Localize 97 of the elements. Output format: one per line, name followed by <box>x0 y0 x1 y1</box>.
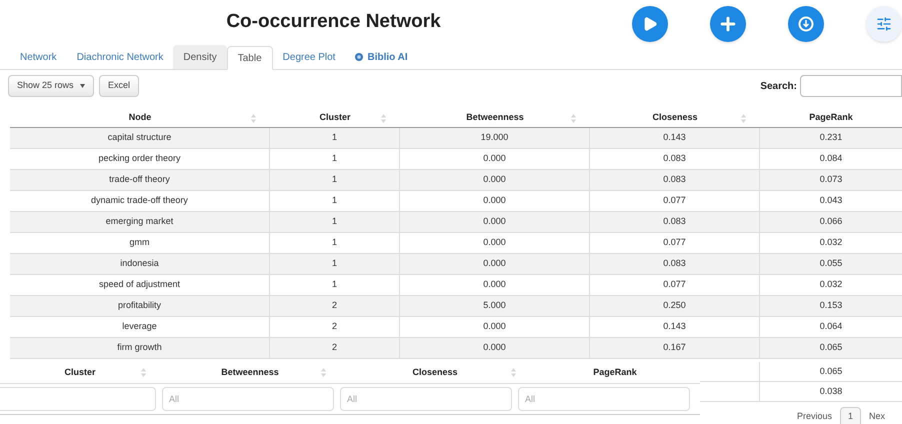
table-cell-text: 1 <box>332 194 337 208</box>
table-cell-text: 0.000 <box>483 257 506 270</box>
table-cell-text: 0.077 <box>663 278 686 292</box>
download-button[interactable] <box>788 6 824 42</box>
table-cell-text: 2 <box>332 320 337 334</box>
table-cell-text: 1 <box>332 236 337 250</box>
sort-icon <box>741 114 746 123</box>
table-cell-text: 1 <box>332 131 337 144</box>
table-cell-text: 0.000 <box>483 215 506 228</box>
table-cell-text: 1 <box>332 152 337 166</box>
table-cell-text: pecking order theory <box>98 152 181 166</box>
table-cell-text: 0.000 <box>483 278 506 292</box>
table-cell-text: 0.083 <box>663 215 686 228</box>
sort-icon <box>251 114 256 123</box>
table-cell-text: 0.250 <box>663 299 686 312</box>
settings-button[interactable] <box>866 6 902 42</box>
excel-button[interactable]: Excel <box>99 75 140 97</box>
search-field[interactable] <box>800 75 902 97</box>
play-icon <box>642 16 658 32</box>
table-cell-text: 0.073 <box>820 173 842 186</box>
table-cell-text: 0.083 <box>663 152 686 166</box>
table-cell-text: 0.167 <box>663 341 686 354</box>
table-cell-text: profitability <box>118 299 162 312</box>
table-cell-text: 0.043 <box>820 194 842 208</box>
table-cell-text: 0.143 <box>663 131 686 144</box>
rows-dropdown[interactable]: Show 25 rows <box>8 75 94 97</box>
caret-icon <box>80 84 86 88</box>
table-cell-text: 0.000 <box>483 341 506 354</box>
next-link[interactable]: Nex <box>869 410 886 424</box>
table-cell-text: 0.083 <box>663 257 686 270</box>
table-cell-text: 0.077 <box>663 194 686 208</box>
column-header[interactable]: Betweenness <box>400 108 590 127</box>
table-cell-text: 1 <box>332 257 337 270</box>
table-cell-text: 0.077 <box>663 236 686 250</box>
ai-icon <box>355 53 364 61</box>
table-cell-text: 2 <box>332 299 337 312</box>
sort-icon <box>381 114 386 123</box>
table-cell-text: indonesia <box>120 257 159 270</box>
table-cell-text: 1 <box>332 173 337 186</box>
table-cell-text: 1 <box>332 215 337 228</box>
table-cell-text: trade-off theory <box>109 173 170 186</box>
add-button[interactable] <box>710 6 746 42</box>
previous-link[interactable]: Previous <box>797 410 832 424</box>
table-cell-text: 2 <box>332 341 337 354</box>
table-cell-text: 1 <box>332 278 337 292</box>
table-cell-text: 19.000 <box>480 131 508 144</box>
table-cell-text: 0.083 <box>663 173 686 186</box>
table-cell-text: 0.000 <box>483 152 506 166</box>
column-header[interactable]: Closeness <box>340 362 530 383</box>
play-button[interactable] <box>632 6 668 42</box>
sort-icon <box>321 368 326 377</box>
filter-field[interactable]: All <box>518 387 690 411</box>
plus-icon <box>718 14 738 34</box>
table-cell-text: 0.065 <box>820 341 842 354</box>
table-cell-text: 0.065 <box>820 364 842 378</box>
table-cell-text: 0.032 <box>820 278 842 292</box>
table-cell-text: firm growth <box>117 341 162 354</box>
column-header[interactable]: PageRank <box>530 362 700 383</box>
sort-icon <box>141 368 146 377</box>
table-cell-text: 5.000 <box>483 299 506 312</box>
sort-icon <box>571 114 576 123</box>
column-header[interactable]: Betweenness <box>160 362 340 383</box>
column-header[interactable]: Closeness <box>590 108 760 127</box>
table-cell-text: 0.143 <box>663 320 686 334</box>
column-header[interactable]: Cluster <box>0 362 160 383</box>
tab[interactable]: Table <box>226 46 273 70</box>
search-label: Search: <box>760 80 797 94</box>
table-cell-text: dynamic trade-off theory <box>91 194 188 208</box>
page-title: Co-occurrence Network <box>226 10 441 34</box>
column-header[interactable]: PageRank <box>760 108 902 127</box>
column-header[interactable]: Node <box>10 108 270 127</box>
table-cell-text: leverage <box>122 320 157 334</box>
table-cell-text: 0.032 <box>820 236 842 250</box>
page-button[interactable]: 1 <box>840 407 862 424</box>
table-cell-text: 0.000 <box>483 194 506 208</box>
table-cell-text: 0.000 <box>483 320 506 334</box>
table-cell-text: 0.038 <box>820 384 842 398</box>
filter-field[interactable] <box>0 387 156 411</box>
table-cell-text: gmm <box>130 236 150 250</box>
table-cell-text: 0.000 <box>483 236 506 250</box>
table-cell-text: 0.066 <box>820 215 842 228</box>
download-icon <box>798 16 814 32</box>
table-cell-text: 0.231 <box>820 131 842 144</box>
filter-field[interactable]: All <box>162 387 334 411</box>
table-cell-text: 0.055 <box>820 257 842 270</box>
table-cell-text: 0.064 <box>820 320 842 334</box>
table-cell-text: speed of adjustment <box>98 278 180 292</box>
sort-icon <box>511 368 516 377</box>
sliders-icon <box>876 16 892 32</box>
table-cell-text: emerging market <box>106 215 174 228</box>
table-cell-text: 0.000 <box>483 173 506 186</box>
table-cell-text: capital structure <box>108 131 172 144</box>
table-cell-text: 0.153 <box>820 299 842 312</box>
tab[interactable]: Density <box>173 45 227 69</box>
column-header[interactable]: Cluster <box>270 108 400 127</box>
filter-field[interactable]: All <box>340 387 512 411</box>
table-cell-text: 0.084 <box>820 152 842 166</box>
